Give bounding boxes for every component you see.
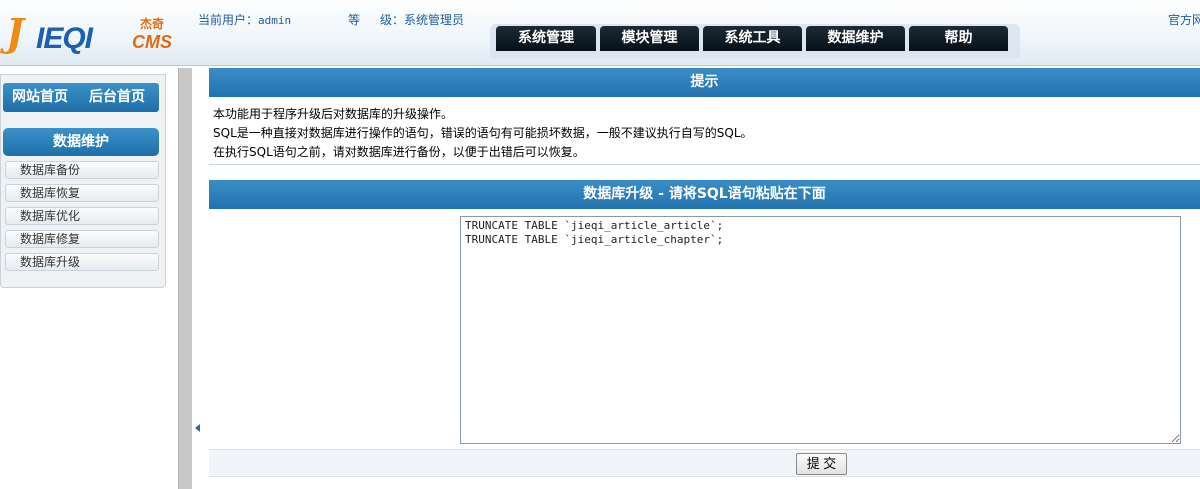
sidebar-item-db-backup[interactable]: 数据库备份: [5, 161, 159, 179]
sidebar-item-db-restore[interactable]: 数据库恢复: [5, 184, 159, 202]
nav-system-tools[interactable]: 系统工具: [703, 26, 802, 51]
nav-data-maintenance[interactable]: 数据维护: [806, 26, 905, 51]
upgrade-title: 数据库升级 - 请将SQL语句粘贴在下面: [209, 180, 1200, 209]
nav-system-admin[interactable]: 系统管理: [496, 26, 596, 51]
current-user-info: 当前用户：admin: [198, 11, 291, 28]
current-user-label: 当前用户：: [198, 13, 259, 27]
sidebar-splitter[interactable]: [178, 68, 192, 489]
tips-title: 提示: [209, 68, 1200, 97]
sidebar-item-db-repair[interactable]: 数据库修复: [5, 230, 159, 248]
official-site-link[interactable]: 官方网: [1168, 11, 1200, 28]
nav-help[interactable]: 帮助: [909, 26, 1008, 51]
home-links: 网站首页 后台首页: [3, 83, 159, 112]
logo-cn: 杰奇: [140, 17, 165, 31]
jieqi-cms-logo[interactable]: J IEQI 杰奇 CMS: [6, 10, 176, 56]
grade-label-2: 级：: [380, 13, 405, 27]
sidebar-item-db-optimize[interactable]: 数据库优化: [5, 207, 159, 225]
header: J IEQI 杰奇 CMS 当前用户：admin 等 级：系统管理员 官方网 系统…: [0, 0, 1200, 66]
tip-line: 在执行SQL语句之前，请对数据库进行备份，以便于出错后可以恢复。: [213, 145, 585, 159]
submit-button[interactable]: 提 交: [796, 453, 847, 475]
sql-form-area: TRUNCATE TABLE `jieqi_article_article`; …: [209, 213, 1200, 447]
site-home-link[interactable]: 网站首页: [12, 83, 68, 112]
logo-brand: IEQI: [36, 22, 93, 55]
tips-box: 本功能用于程序升级后对数据库的升级操作。 SQL是一种直接对数据库进行操作的语句…: [209, 101, 1200, 165]
sidebar: 网站首页 后台首页 数据维护 数据库备份 数据库恢复 数据库优化 数据库修复 数…: [0, 68, 178, 489]
current-user-value: admin: [258, 14, 292, 27]
grade-value: 系统管理员: [404, 13, 465, 27]
sidebar-item-db-upgrade[interactable]: 数据库升级: [5, 253, 159, 271]
tip-line: SQL是一种直接对数据库进行操作的语句，错误的语句有可能损坏数据，一般不建议执行…: [213, 126, 753, 140]
main-nav: 系统管理 模块管理 系统工具 数据维护 帮助: [490, 24, 1020, 58]
grade-label: 等: [348, 13, 361, 27]
main-content: 提示 本功能用于程序升级后对数据库的升级操作。 SQL是一种直接对数据库进行操作…: [209, 68, 1200, 489]
admin-home-link[interactable]: 后台首页: [89, 83, 145, 112]
user-grade-info: 等 级：系统管理员: [348, 11, 464, 28]
collapse-arrow-icon[interactable]: [195, 424, 200, 432]
logo-cms: CMS: [132, 32, 172, 52]
sql-textarea[interactable]: TRUNCATE TABLE `jieqi_article_article`; …: [460, 216, 1181, 444]
nav-module-admin[interactable]: 模块管理: [600, 26, 699, 51]
tip-line: 本功能用于程序升级后对数据库的升级操作。: [213, 107, 454, 121]
sidebar-section-title: 数据维护: [3, 128, 159, 156]
logo-mark: J: [6, 10, 24, 55]
sidebar-panel: 网站首页 后台首页 数据维护 数据库备份 数据库恢复 数据库优化 数据库修复 数…: [0, 74, 166, 288]
submit-row: 提 交: [209, 449, 1200, 477]
